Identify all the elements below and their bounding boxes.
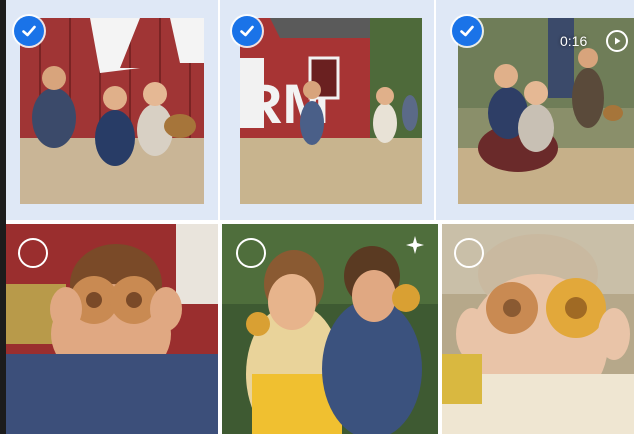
photo-thumbnail[interactable]: RM	[240, 18, 422, 204]
photo-tile-2[interactable]: RM	[220, 0, 434, 220]
photo-tile-6[interactable]	[442, 224, 634, 434]
checkmark-icon[interactable]	[14, 16, 44, 46]
select-circle-icon[interactable]	[236, 238, 266, 268]
video-duration: 0:16	[560, 33, 588, 49]
photo-thumbnail[interactable]	[20, 18, 204, 204]
checkmark-icon[interactable]	[452, 16, 482, 46]
photo-tile-3[interactable]: 0:16	[436, 0, 634, 220]
photo-tile-5[interactable]	[222, 224, 438, 434]
photo-grid: RM 0:16	[0, 0, 634, 434]
checkmark-icon[interactable]	[232, 16, 262, 46]
play-icon	[606, 30, 628, 52]
photo-tile-1[interactable]	[6, 0, 218, 220]
select-circle-icon[interactable]	[454, 238, 484, 268]
photo-tile-4[interactable]	[6, 224, 218, 434]
sparkle-icon	[406, 236, 424, 254]
select-circle-icon[interactable]	[18, 238, 48, 268]
